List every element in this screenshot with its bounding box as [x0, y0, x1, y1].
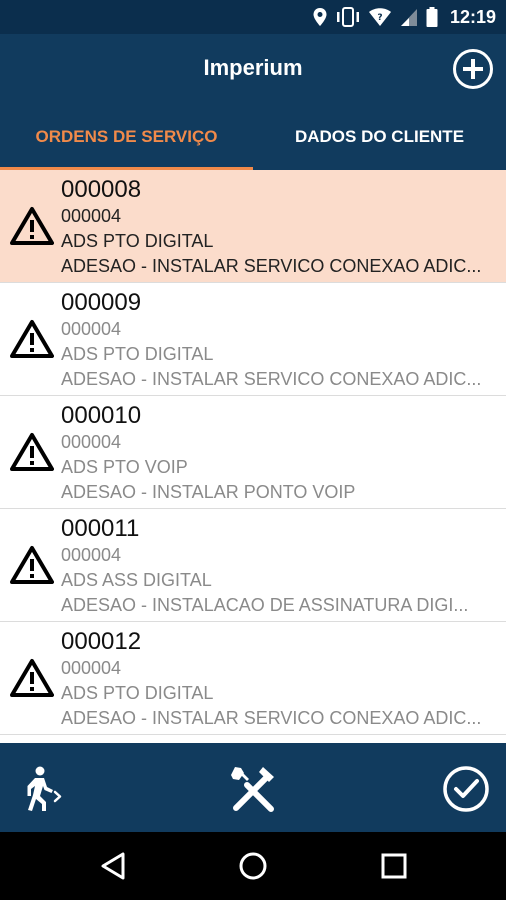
list-item[interactable]: 000009 000004 ADS PTO DIGITAL ADESAO - I…	[0, 283, 506, 396]
order-description: ADESAO - INSTALAR PONTO VOIP	[61, 482, 356, 502]
android-nav-bar	[0, 832, 506, 900]
list-item[interactable]: 000012 000004 ADS PTO DIGITAL ADESAO - I…	[0, 622, 506, 735]
order-description: ADESAO - INSTALAR SERVICO CONEXAO ADIC..…	[61, 256, 482, 276]
app-title: Imperium	[203, 55, 303, 80]
battery-icon	[426, 7, 438, 27]
bottom-action-bar	[0, 743, 506, 832]
location-icon	[313, 8, 327, 26]
tools-icon	[231, 767, 274, 812]
list-item[interactable]: 000008 000004 ADS PTO DIGITAL ADESAO - I…	[0, 170, 506, 283]
home-button[interactable]	[235, 848, 271, 884]
status-icons: ? 12:19	[312, 0, 496, 34]
warning-icon	[10, 320, 54, 358]
list-item[interactable]: 000011 000004 ADS ASS DIGITAL ADESAO - I…	[0, 509, 506, 622]
back-button[interactable]	[96, 848, 132, 884]
order-code: 000004	[61, 658, 122, 678]
warning-icon	[10, 207, 54, 245]
tab-dados-do-cliente[interactable]: DADOS DO CLIENTE	[253, 104, 506, 170]
order-code: 000004	[61, 319, 122, 339]
tab-ordens-de-servico[interactable]: ORDENS DE SERVIÇO	[0, 104, 253, 170]
add-button[interactable]	[452, 48, 494, 90]
wifi-icon: ?	[368, 8, 391, 26]
order-type: ADS PTO DIGITAL	[61, 344, 214, 364]
warning-icon	[10, 433, 54, 471]
order-number: 000010	[61, 402, 142, 429]
item-text: 000011 000004 ADS ASS DIGITAL ADESAO - I…	[61, 515, 492, 618]
order-number: 000011	[61, 515, 140, 542]
home-icon	[239, 852, 267, 880]
check-circle-icon	[443, 766, 489, 812]
order-code: 000004	[61, 545, 122, 565]
plus-circle-icon	[453, 49, 493, 89]
order-type: ADS PTO DIGITAL	[61, 683, 214, 703]
recents-icon	[381, 853, 407, 879]
warning-icon	[10, 546, 54, 584]
service-order-list[interactable]: 000008 000004 ADS PTO DIGITAL ADESAO - I…	[0, 170, 506, 743]
item-text: 000012 000004 ADS PTO DIGITAL ADESAO - I…	[61, 628, 492, 731]
order-type: ADS PTO DIGITAL	[61, 231, 214, 251]
tab-bar: ORDENS DE SERVIÇO DADOS DO CLIENTE	[0, 104, 506, 170]
order-code: 000004	[61, 206, 122, 226]
item-text: 000009 000004 ADS PTO DIGITAL ADESAO - I…	[61, 289, 492, 392]
recents-button[interactable]	[376, 848, 412, 884]
signal-icon	[400, 9, 417, 26]
order-description: ADESAO - INSTALAR SERVICO CONEXAO ADIC..…	[61, 708, 482, 728]
svg-text:?: ?	[377, 13, 382, 23]
order-number: 000012	[61, 628, 142, 655]
checkout-button[interactable]	[14, 761, 70, 817]
vibrate-icon	[336, 7, 359, 27]
order-type: ADS ASS DIGITAL	[61, 570, 212, 590]
status-time: 12:19	[449, 6, 496, 27]
order-number: 000009	[61, 289, 142, 316]
order-code: 000004	[61, 432, 122, 452]
tools-button[interactable]	[225, 761, 281, 817]
status-bar: ? 12:19	[0, 0, 506, 34]
walking-person-icon	[27, 766, 62, 811]
order-number: 000008	[61, 176, 142, 203]
order-type: ADS PTO VOIP	[61, 457, 188, 477]
order-description: ADESAO - INSTALACAO DE ASSINATURA DIGI..…	[61, 595, 469, 615]
app-bar: Imperium	[0, 34, 506, 104]
complete-button[interactable]	[438, 761, 494, 817]
warning-icon	[10, 659, 54, 697]
item-text: 000008 000004 ADS PTO DIGITAL ADESAO - I…	[61, 176, 492, 279]
back-icon	[101, 852, 125, 880]
item-text: 000010 000004 ADS PTO VOIP ADESAO - INST…	[61, 402, 492, 505]
list-item[interactable]: 000010 000004 ADS PTO VOIP ADESAO - INST…	[0, 396, 506, 509]
order-description: ADESAO - INSTALAR SERVICO CONEXAO ADIC..…	[61, 369, 482, 389]
